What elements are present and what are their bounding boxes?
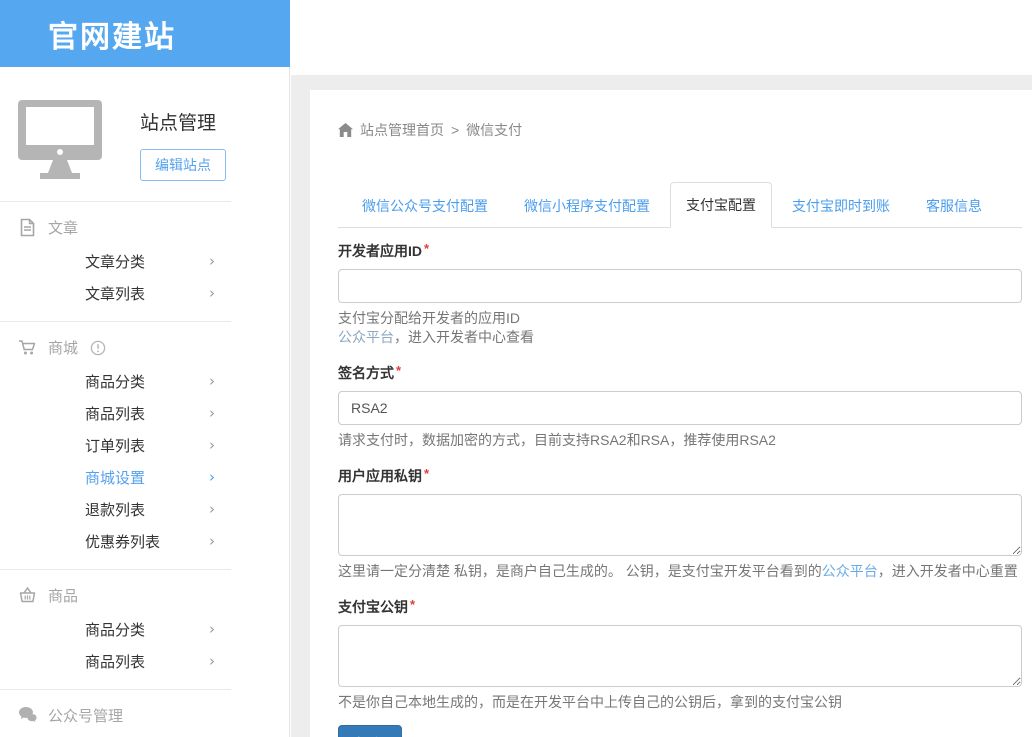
- field-label-sign-type: 签名方式*: [338, 363, 1022, 383]
- public-platform-link[interactable]: 公众平台: [338, 329, 394, 345]
- chevron-right-icon: ›: [209, 284, 215, 302]
- sidebar-item-refund-list[interactable]: 退款列表 ›: [0, 493, 289, 525]
- edit-site-button[interactable]: 编辑站点: [140, 149, 226, 181]
- help-text-public-key: 不是你自己本地生成的，而是在开发平台中上传自己的公钥后，拿到的支付宝公钥: [338, 693, 1022, 712]
- alipay-public-key-textarea[interactable]: [338, 625, 1022, 687]
- required-asterisk: *: [396, 363, 401, 378]
- public-platform-link[interactable]: 公众平台: [822, 563, 878, 579]
- sidebar: 站点管理 编辑站点 文章 文章分类 › 文章列表 ›: [0, 67, 290, 737]
- submit-button[interactable]: 提交: [338, 725, 402, 737]
- app-id-input[interactable]: [338, 269, 1022, 303]
- basket-icon: [18, 586, 37, 605]
- field-label-private-key: 用户应用私钥*: [338, 466, 1022, 486]
- site-title: 站点管理: [140, 108, 226, 135]
- breadcrumb: 站点管理首页 > 微信支付: [338, 120, 1022, 140]
- required-asterisk: *: [410, 597, 415, 612]
- sidebar-item-coupon-list[interactable]: 优惠券列表 ›: [0, 525, 289, 557]
- sidebar-section-official-account: 公众号管理: [0, 690, 289, 733]
- alipay-config-form: 开发者应用ID* 支付宝分配给开发者的应用ID 公众平台，进入开发者中心查看 签…: [338, 241, 1022, 737]
- chevron-right-icon: ›: [209, 532, 215, 550]
- sidebar-item-product-category[interactable]: 商品分类 ›: [0, 613, 289, 645]
- sidebar-item-mall-settings[interactable]: 商城设置 ›: [0, 461, 289, 493]
- chevron-right-icon: ›: [209, 436, 215, 454]
- breadcrumb-home[interactable]: 站点管理首页: [360, 120, 444, 140]
- breadcrumb-separator: >: [451, 122, 459, 138]
- sidebar-section-label: 公众号管理: [48, 705, 123, 726]
- brand-title: 官网建站: [48, 12, 176, 56]
- chevron-right-icon: ›: [209, 252, 215, 270]
- field-label-app-id: 开发者应用ID*: [338, 241, 1022, 261]
- tab-wechat-official-pay[interactable]: 微信公众号支付配置: [346, 183, 504, 228]
- tab-customer-service[interactable]: 客服信息: [910, 183, 998, 228]
- private-key-textarea[interactable]: [338, 494, 1022, 556]
- home-icon: [338, 123, 353, 137]
- help-text-app-id: 支付宝分配给开发者的应用ID 公众平台，进入开发者中心查看: [338, 309, 1022, 347]
- chevron-right-icon: ›: [209, 652, 215, 670]
- chevron-right-icon: ›: [209, 620, 215, 638]
- sign-type-input[interactable]: [338, 391, 1022, 425]
- sidebar-section-label: 商品: [48, 585, 78, 606]
- sidebar-section-articles: 文章: [0, 202, 289, 245]
- sidebar-section-products: 商品: [0, 570, 289, 613]
- tab-alipay-instant[interactable]: 支付宝即时到账: [776, 183, 906, 228]
- sidebar-item-order-list[interactable]: 订单列表 ›: [0, 429, 289, 461]
- content-panel: 站点管理首页 > 微信支付 微信公众号支付配置 微信小程序支付配置 支付宝配置 …: [310, 90, 1032, 737]
- sidebar-item-article-list[interactable]: 文章列表 ›: [0, 277, 289, 309]
- wechat-icon: [18, 706, 37, 725]
- sidebar-section-label: 文章: [48, 217, 78, 238]
- document-icon: [18, 218, 37, 237]
- tab-wechat-miniprogram-pay[interactable]: 微信小程序支付配置: [508, 183, 666, 228]
- sidebar-section-mall: 商城: [0, 322, 289, 365]
- cart-icon: [18, 338, 37, 357]
- tab-alipay-config[interactable]: 支付宝配置: [670, 182, 772, 228]
- chevron-right-icon: ›: [209, 372, 215, 390]
- tab-bar: 微信公众号支付配置 微信小程序支付配置 支付宝配置 支付宝即时到账 客服信息: [338, 182, 1022, 228]
- site-card: 站点管理 编辑站点: [0, 67, 289, 181]
- exclamation-circle-icon: [90, 340, 106, 356]
- sidebar-item-goods-category[interactable]: 商品分类 ›: [0, 365, 289, 397]
- help-text-private-key: 这里请一定分清楚 私钥，是商户自己生成的。 公钥，是支付宝开发平台看到的公众平台…: [338, 562, 1022, 581]
- required-asterisk: *: [424, 466, 429, 481]
- chevron-right-icon: ›: [209, 500, 215, 518]
- sidebar-item-article-category[interactable]: 文章分类 ›: [0, 245, 289, 277]
- help-text-sign-type: 请求支付时，数据加密的方式，目前支持RSA2和RSA，推荐使用RSA2: [338, 431, 1022, 450]
- field-label-public-key: 支付宝公钥*: [338, 597, 1022, 617]
- monitor-icon: [18, 100, 104, 181]
- sidebar-item-product-list[interactable]: 商品列表 ›: [0, 645, 289, 677]
- sidebar-section-label: 商城: [48, 337, 78, 358]
- chevron-right-icon: ›: [209, 468, 215, 486]
- chevron-right-icon: ›: [209, 404, 215, 422]
- sidebar-item-goods-list[interactable]: 商品列表 ›: [0, 397, 289, 429]
- brand-bar: 官网建站: [0, 0, 290, 67]
- required-asterisk: *: [424, 241, 429, 256]
- main-area: 站点管理首页 > 微信支付 微信公众号支付配置 微信小程序支付配置 支付宝配置 …: [291, 67, 1032, 737]
- breadcrumb-current[interactable]: 微信支付: [466, 120, 522, 140]
